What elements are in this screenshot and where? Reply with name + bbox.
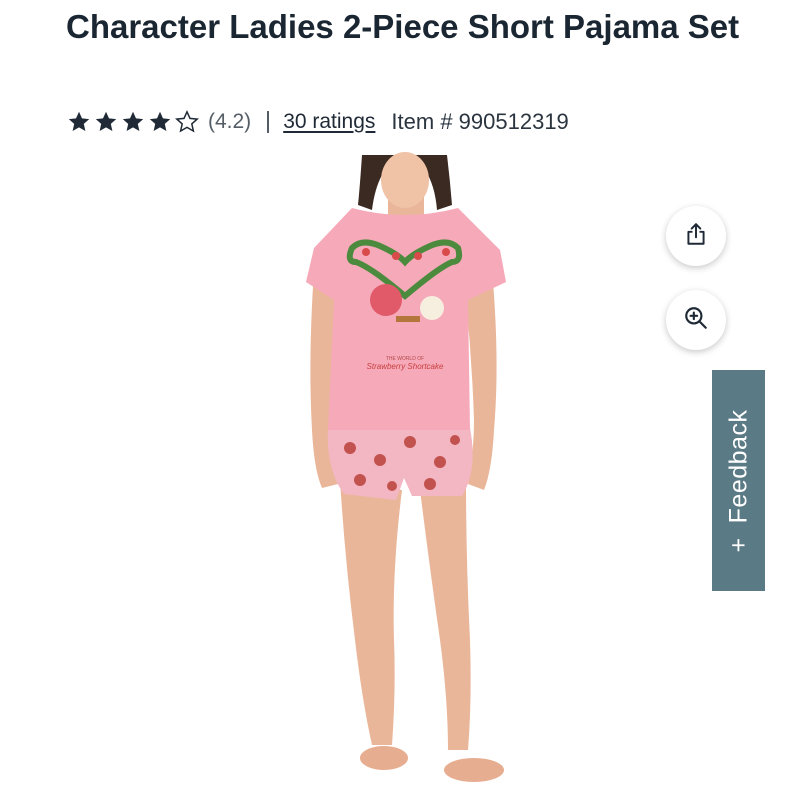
rating-value: (4.2) — [208, 110, 252, 133]
model-right-foot — [444, 758, 504, 782]
product-image[interactable]: THE WORLD OF Strawberry Shortcake — [230, 150, 590, 800]
shirt-character-cat — [420, 296, 444, 320]
model-left-foot — [360, 746, 408, 770]
star-empty-icon — [174, 110, 200, 134]
ratings-count-link[interactable]: 30 ratings — [283, 110, 375, 134]
zoom-button[interactable] — [666, 290, 726, 350]
zoom-in-icon — [683, 305, 709, 336]
divider — [267, 111, 270, 133]
shirt-table — [396, 316, 420, 322]
model-face — [381, 152, 429, 208]
product-title: Character Ladies 2-Piece Short Pajama Se… — [66, 8, 740, 45]
star-rating[interactable] — [66, 110, 200, 134]
share-icon — [683, 221, 709, 252]
share-button[interactable] — [666, 206, 726, 266]
star-full-icon — [120, 110, 146, 134]
feedback-label: Feedback — [724, 409, 752, 523]
shirt-print-line2: Strawberry Shortcake — [367, 362, 444, 371]
star-full-icon — [66, 110, 92, 134]
star-full-icon — [147, 110, 173, 134]
star-full-icon — [93, 110, 119, 134]
model-right-leg — [420, 480, 471, 750]
shirt-character-head — [370, 284, 402, 316]
feedback-tab[interactable]: + Feedback — [712, 370, 765, 591]
model-left-leg — [340, 480, 402, 745]
rating-row: (4.2) 30 ratings Item # 990512319 — [66, 104, 569, 140]
item-number: Item # 990512319 — [391, 109, 569, 134]
feedback-content: + Feedback — [724, 409, 753, 552]
plus-icon: + — [724, 536, 752, 552]
